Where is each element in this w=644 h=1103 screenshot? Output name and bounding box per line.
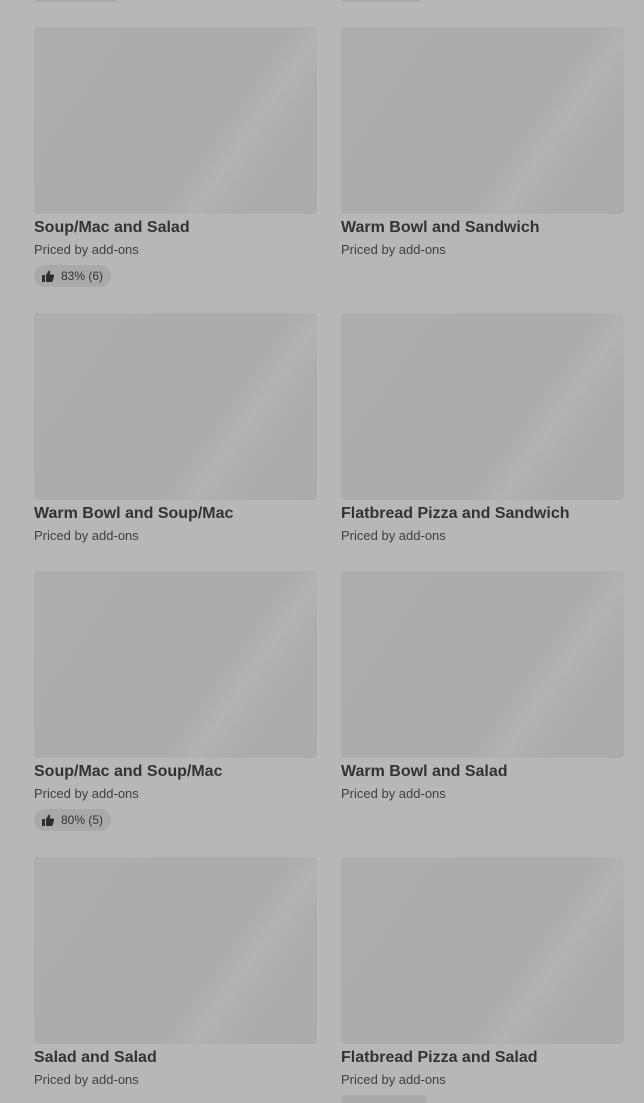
item-image-placeholder (34, 313, 317, 500)
partial-rating-badge (341, 1095, 427, 1103)
menu-item-card[interactable]: Flatbread Pizza and Salad Priced by add-… (341, 857, 624, 1087)
item-title: Salad and Salad (34, 1049, 157, 1066)
rating-badge: 80% (5) (34, 809, 112, 831)
item-title: Flatbread Pizza and Sandwich (341, 505, 570, 522)
rating-badge: 83% (6) (34, 265, 112, 287)
item-image-placeholder (341, 857, 624, 1044)
item-image-placeholder (341, 313, 624, 500)
item-price-note: Priced by add-ons (34, 1072, 139, 1087)
menu-item-card[interactable]: Warm Bowl and Salad Priced by add-ons (341, 571, 624, 801)
item-price-note: Priced by add-ons (34, 786, 139, 801)
item-price-note: Priced by add-ons (341, 242, 446, 257)
item-title: Warm Bowl and Salad (341, 763, 508, 780)
item-image-placeholder (34, 571, 317, 758)
menu-item-card[interactable]: Warm Bowl and Sandwich Priced by add-ons (341, 27, 624, 257)
item-image-placeholder (341, 27, 624, 214)
partial-rating-badge (34, 0, 118, 2)
item-price-note: Priced by add-ons (34, 242, 139, 257)
menu-item-card[interactable]: Warm Bowl and Soup/Mac Priced by add-ons (34, 313, 317, 543)
partial-rating-badge (341, 0, 421, 2)
thumbs-up-icon (42, 814, 55, 826)
item-title: Soup/Mac and Salad (34, 219, 190, 236)
menu-item-card[interactable]: Flatbread Pizza and Sandwich Priced by a… (341, 313, 624, 543)
thumbs-up-icon (42, 270, 55, 282)
menu-item-card[interactable]: Soup/Mac and Salad Priced by add-ons 83%… (34, 27, 317, 288)
item-title: Warm Bowl and Soup/Mac (34, 505, 234, 522)
menu-item-grid: Soup/Mac and Salad Priced by add-ons 83%… (0, 0, 644, 1103)
menu-item-card[interactable]: Salad and Salad Priced by add-ons (34, 857, 317, 1087)
item-title: Flatbread Pizza and Salad (341, 1049, 538, 1066)
item-image-placeholder (341, 571, 624, 758)
item-price-note: Priced by add-ons (341, 786, 446, 801)
rating-text: 80% (5) (61, 813, 104, 827)
item-price-note: Priced by add-ons (341, 1072, 446, 1087)
item-image-placeholder (34, 857, 317, 1044)
item-price-note: Priced by add-ons (34, 528, 139, 543)
item-image-placeholder (34, 27, 317, 214)
item-price-note: Priced by add-ons (341, 528, 446, 543)
item-title: Soup/Mac and Soup/Mac (34, 763, 223, 780)
menu-item-card[interactable]: Soup/Mac and Soup/Mac Priced by add-ons … (34, 571, 317, 832)
rating-text: 83% (6) (61, 269, 104, 283)
item-title: Warm Bowl and Sandwich (341, 219, 540, 236)
